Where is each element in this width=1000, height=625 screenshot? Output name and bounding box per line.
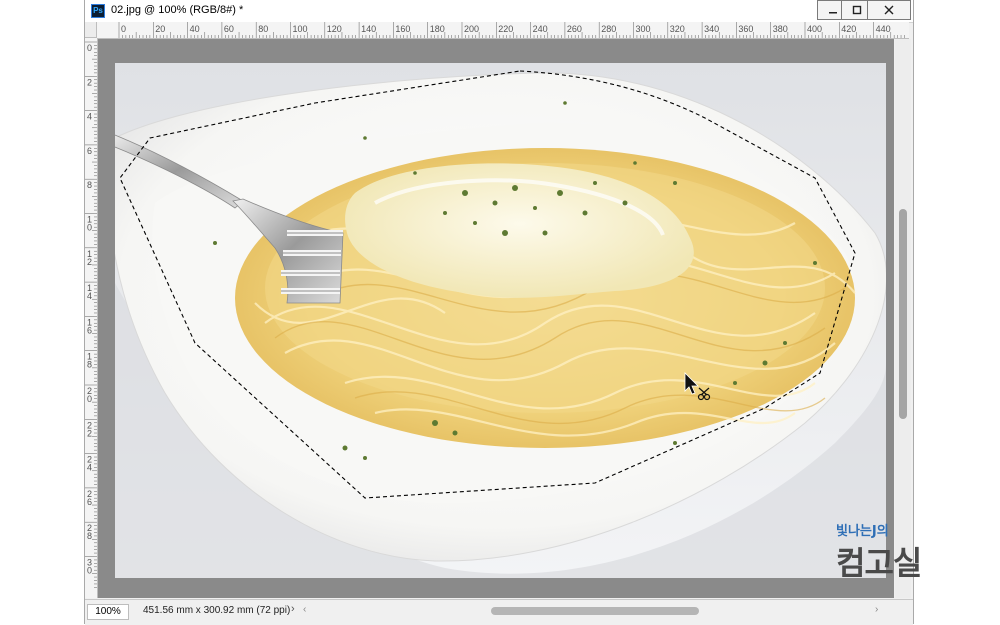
watermark-top-text: 빛나는J의 (836, 524, 889, 539)
ruler-top-label: 240 (533, 24, 548, 34)
ruler-top-label: 380 (773, 24, 788, 34)
scroll-left-icon[interactable]: ‹ (303, 604, 306, 615)
ruler-top-label: 140 (361, 24, 376, 34)
ruler-left-label: 0 (87, 566, 92, 576)
ruler-left-label: 4 (87, 291, 92, 301)
ruler-top-label: 60 (224, 24, 234, 34)
close-icon (884, 5, 894, 15)
ruler-left-label: 6 (87, 146, 92, 156)
ruler-top-label: 100 (293, 24, 308, 34)
ruler-left-label: 4 (87, 463, 92, 473)
pasteboard (98, 39, 894, 598)
status-info-arrow-icon[interactable]: › (291, 603, 295, 615)
ruler-left-label: 8 (87, 180, 92, 190)
ruler-left-label: 8 (87, 531, 92, 541)
ruler-top-label: 300 (636, 24, 651, 34)
ruler-left-label: 4 (87, 112, 92, 122)
ruler-top-label: 360 (738, 24, 753, 34)
photoshop-icon: Ps (91, 4, 105, 18)
ruler-top-label: 340 (704, 24, 719, 34)
ruler-left-label: 8 (87, 360, 92, 370)
ruler-top-label: 200 (464, 24, 479, 34)
watermark-logo: 빛나는J의 컴고실 (836, 520, 956, 582)
ruler-top-label: 20 (155, 24, 165, 34)
ruler-top-label: 80 (258, 24, 268, 34)
watermark-bottom-text: 컴고실 (836, 544, 922, 582)
ruler-left-label: 6 (87, 325, 92, 335)
ruler-top-label: 0 (121, 24, 126, 34)
maximize-icon (852, 5, 862, 15)
ruler-top-label: 280 (601, 24, 616, 34)
ruler-origin[interactable] (85, 22, 97, 38)
ruler-left-label: 2 (87, 77, 92, 87)
document-window: Ps 02.jpg @ 100% (RGB/8#) * 0 20 40 60 80 100… (84, 0, 914, 625)
ruler-top-label: 400 (807, 24, 822, 34)
ruler-top-label: 320 (670, 24, 685, 34)
horizontal-scroll-thumb[interactable] (491, 607, 699, 615)
ruler-top-label: 180 (430, 24, 445, 34)
title-bar[interactable]: Ps 02.jpg @ 100% (RGB/8#) * (85, 0, 913, 23)
document-dimensions: 451.56 mm x 300.92 mm (72 ppi) (143, 605, 291, 616)
scroll-right-icon[interactable]: › (875, 604, 878, 615)
vertical-ruler[interactable]: 024681012141618202224262830 (85, 38, 98, 598)
ruler-left-label: 0 (87, 43, 92, 53)
image-canvas[interactable] (115, 63, 886, 578)
close-button[interactable] (867, 0, 911, 20)
ruler-left-label: 2 (87, 428, 92, 438)
ruler-left-label: 0 (87, 394, 92, 404)
minimize-icon (829, 12, 837, 14)
ruler-top-label: 40 (190, 24, 200, 34)
zoom-level-field[interactable] (87, 604, 129, 620)
horizontal-scrollbar[interactable]: ‹ › (303, 604, 893, 618)
ruler-top-label: 160 (395, 24, 410, 34)
ruler-top-label: 260 (567, 24, 582, 34)
ruler-top-label: 220 (498, 24, 513, 34)
ruler-left-label: 6 (87, 497, 92, 507)
ruler-left-label: 0 (87, 223, 92, 233)
vertical-scroll-thumb[interactable] (899, 209, 907, 419)
ruler-top-label: 120 (327, 24, 342, 34)
pasta-photo (115, 63, 886, 578)
ruler-top-label: 420 (841, 24, 856, 34)
horizontal-ruler[interactable]: 0 20 40 60 80 100 120 140 160 180 200 220 240 260 280 3… (97, 22, 909, 39)
ruler-left-label: 2 (87, 257, 92, 267)
vertical-scrollbar[interactable] (895, 39, 911, 598)
ruler-top-label: 440 (876, 24, 891, 34)
status-bar: 451.56 mm x 300.92 mm (72 ppi) › ‹ › (85, 599, 913, 625)
document-title: 02.jpg @ 100% (RGB/8#) * (111, 4, 244, 16)
